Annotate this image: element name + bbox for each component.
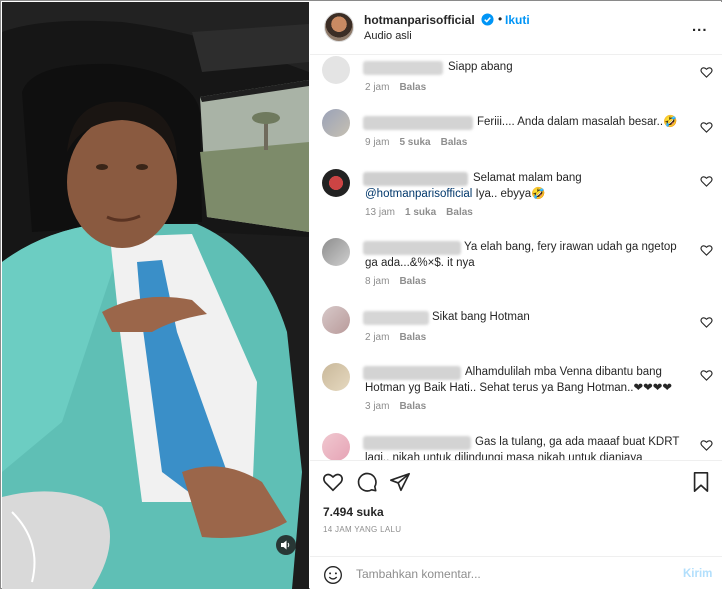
comment-username-blurred[interactable] bbox=[363, 241, 461, 255]
post-video[interactable] bbox=[2, 2, 309, 589]
heart-icon[interactable] bbox=[700, 66, 713, 79]
comment-username-blurred[interactable] bbox=[363, 172, 468, 186]
add-comment-bar: Kirim bbox=[310, 556, 722, 589]
comment-likes[interactable]: 5 suka bbox=[399, 137, 430, 148]
reply-button[interactable]: Balas bbox=[399, 82, 426, 93]
follow-button[interactable]: Ikuti bbox=[505, 13, 530, 27]
comment-time[interactable]: 9 jam bbox=[365, 137, 389, 148]
comment-item: Alhamdulilah mba Venna dibantu bang Hotm… bbox=[310, 361, 722, 421]
comment-username-blurred[interactable] bbox=[363, 436, 471, 450]
comment-avatar[interactable] bbox=[322, 56, 350, 84]
comment-text: Siapp abang bbox=[448, 61, 513, 73]
comment-meta: 9 jam 5 suka Balas bbox=[365, 137, 477, 148]
mute-button[interactable] bbox=[276, 535, 296, 555]
comment-text-line2: @hotmanparisofficial Iya.. ebyya🤣 bbox=[365, 188, 546, 200]
comment-text: Feriii.... Anda dalam masalah besar..🤣 bbox=[477, 116, 678, 128]
bookmark-icon[interactable] bbox=[690, 471, 712, 493]
comment-time[interactable]: 8 jam bbox=[365, 276, 389, 287]
comment-time[interactable]: 2 jam bbox=[365, 332, 389, 343]
heart-icon[interactable] bbox=[322, 471, 344, 493]
comment-icon[interactable] bbox=[356, 471, 378, 493]
heart-icon[interactable] bbox=[700, 244, 713, 257]
more-options-icon[interactable]: ... bbox=[692, 18, 708, 35]
reply-button[interactable]: Balas bbox=[399, 401, 426, 412]
reply-button[interactable]: Balas bbox=[399, 276, 426, 287]
comment-item: Siapp abang 2 jam Balas bbox=[310, 56, 722, 108]
comment-meta: 2 jam Balas bbox=[365, 82, 436, 93]
heart-icon[interactable] bbox=[700, 175, 713, 188]
comment-input[interactable] bbox=[356, 563, 656, 585]
comment-meta: 13 jam 1 suka Balas bbox=[365, 207, 483, 218]
heart-icon[interactable] bbox=[700, 121, 713, 134]
post-actions-bar bbox=[310, 460, 722, 502]
separator-dot: • bbox=[498, 12, 503, 26]
owner-avatar[interactable] bbox=[324, 12, 354, 42]
comment-text: Alhamdulilah mba Venna dibantu bang bbox=[465, 366, 662, 378]
post-header: hotmanparisofficial • Ikuti Audio asli .… bbox=[310, 2, 722, 55]
comment-avatar[interactable] bbox=[322, 169, 350, 197]
like-count[interactable]: 7.494 suka bbox=[323, 505, 384, 519]
verified-badge-icon bbox=[481, 13, 494, 26]
comment-meta: 3 jam Balas bbox=[365, 401, 436, 412]
comment-avatar[interactable] bbox=[322, 363, 350, 391]
comments-list: Siapp abang 2 jam Balas Feriii.... Anda d… bbox=[310, 56, 722, 460]
post-comment-button[interactable]: Kirim bbox=[683, 568, 712, 580]
comment-time[interactable]: 3 jam bbox=[365, 401, 389, 412]
comment-item: Ya elah bang, fery irawan udah ga ngetop… bbox=[310, 236, 722, 296]
heart-icon[interactable] bbox=[700, 369, 713, 382]
emoji-icon[interactable] bbox=[323, 565, 343, 585]
post-timestamp[interactable]: 14 JAM YANG LALU bbox=[323, 525, 401, 534]
comment-username-blurred[interactable] bbox=[363, 311, 429, 325]
video-frame-illustration bbox=[2, 2, 309, 589]
comment-item: Feriii.... Anda dalam masalah besar..🤣 9… bbox=[310, 109, 722, 161]
comment-avatar[interactable] bbox=[322, 238, 350, 266]
comment-text: Gas la tulang, ga ada maaaf buat KDRT bbox=[475, 436, 680, 448]
comment-text: Sikat bang Hotman bbox=[432, 311, 530, 323]
heart-icon[interactable] bbox=[700, 316, 713, 329]
comment-time[interactable]: 2 jam bbox=[365, 82, 389, 93]
speaker-icon bbox=[281, 540, 290, 550]
comment-text-line2: lagi.. nikah untuk dilindungi masa nikah… bbox=[365, 452, 643, 460]
post-details-panel: hotmanparisofficial • Ikuti Audio asli .… bbox=[310, 2, 722, 589]
comment-avatar[interactable] bbox=[322, 109, 350, 137]
comment-item: Selamat malam bang @hotmanparisofficial … bbox=[310, 167, 722, 227]
comment-time[interactable]: 13 jam bbox=[365, 207, 395, 218]
comment-text-line2: ga ada...&%×$. it nya bbox=[365, 257, 475, 269]
post-modal: hotmanparisofficial • Ikuti Audio asli .… bbox=[0, 0, 722, 589]
comment-text: Ya elah bang, fery irawan udah ga ngetop bbox=[464, 241, 677, 253]
comment-item: Gas la tulang, ga ada maaaf buat KDRT la… bbox=[310, 431, 722, 460]
comment-avatar[interactable] bbox=[322, 433, 350, 460]
comment-meta: 2 jam Balas bbox=[365, 332, 436, 343]
owner-username[interactable]: hotmanparisofficial bbox=[364, 13, 475, 27]
comment-username-blurred[interactable] bbox=[363, 116, 473, 130]
comment-avatar[interactable] bbox=[322, 306, 350, 334]
audio-label[interactable]: Audio asli bbox=[364, 30, 412, 42]
comment-likes[interactable]: 1 suka bbox=[405, 207, 436, 218]
reply-button[interactable]: Balas bbox=[441, 137, 468, 148]
heart-icon[interactable] bbox=[700, 439, 713, 452]
share-icon[interactable] bbox=[389, 471, 411, 493]
comment-username-blurred[interactable] bbox=[363, 61, 443, 75]
comment-item: Sikat bang Hotman 2 jam Balas bbox=[310, 306, 722, 358]
reply-button[interactable]: Balas bbox=[446, 207, 473, 218]
comment-text: Selamat malam bang bbox=[473, 172, 582, 184]
comment-meta: 8 jam Balas bbox=[365, 276, 436, 287]
comment-mention[interactable]: @hotmanparisofficial bbox=[365, 188, 472, 200]
reply-button[interactable]: Balas bbox=[399, 332, 426, 343]
comment-username-blurred[interactable] bbox=[363, 366, 461, 380]
comment-text-line2: Hotman yg Baik Hati.. Sehat terus ya Ban… bbox=[365, 382, 673, 394]
